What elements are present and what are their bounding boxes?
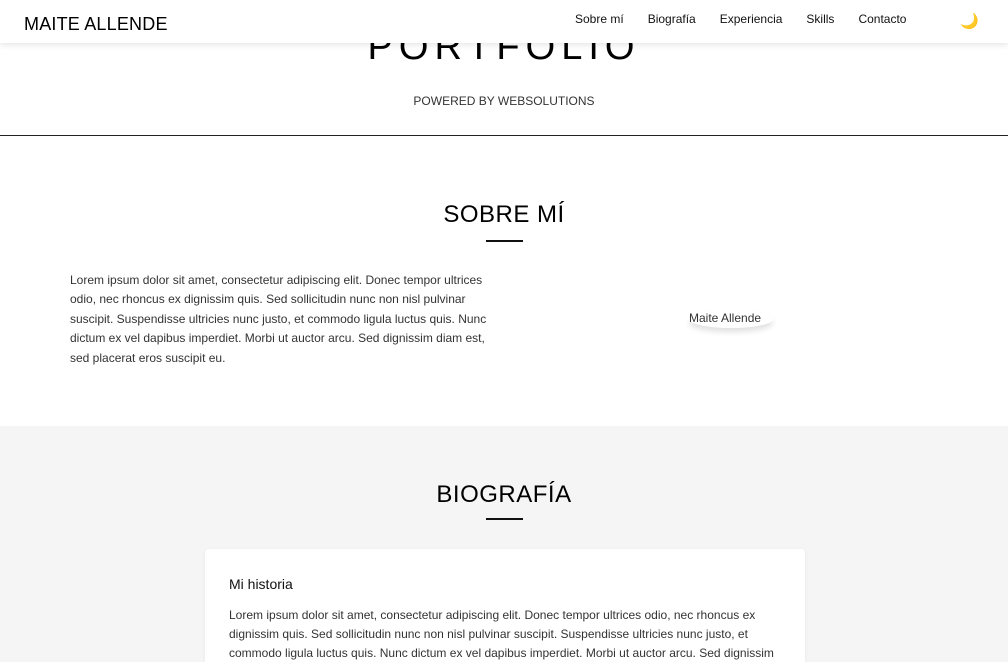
- about-section: SOBRE MÍ Lorem ipsum dolor sit amet, con…: [0, 136, 1008, 426]
- nav-link-contacto[interactable]: Contacto: [858, 12, 906, 26]
- biography-divider: [486, 518, 523, 520]
- nav-link-sobre-mi[interactable]: Sobre mí: [575, 12, 624, 26]
- brand-logo[interactable]: MAITE ALLENDE: [24, 14, 168, 35]
- moon-icon[interactable]: 🌙: [960, 14, 979, 29]
- biography-title: BIOGRAFÍA: [436, 481, 572, 508]
- nav-links: Sobre mí Biografía Experiencia Skills Co…: [575, 12, 930, 26]
- biography-card-text: Lorem ipsum dolor sit amet, consectetur …: [229, 608, 774, 661]
- biography-card-title: Mi historia: [229, 576, 293, 592]
- profile-photo-alt: Maite Allende: [689, 311, 762, 325]
- biography-card: Mi historia Lorem ipsum dolor sit amet, …: [205, 549, 805, 662]
- about-divider: [486, 240, 523, 242]
- about-title: SOBRE MÍ: [443, 201, 565, 228]
- portfolio-page: PORTFOLIO POWERED BY WEBSOLUTIONS MAITE …: [0, 0, 1008, 662]
- navbar: MAITE ALLENDE Sobre mí Biografía Experie…: [0, 0, 1008, 43]
- nav-link-biografia[interactable]: Biografía: [648, 12, 696, 26]
- nav-link-skills[interactable]: Skills: [806, 12, 834, 26]
- hero-subtitle: POWERED BY WEBSOLUTIONS: [413, 94, 595, 108]
- profile-photo: Maite Allende: [689, 310, 773, 328]
- nav-link-experiencia[interactable]: Experiencia: [720, 12, 783, 26]
- biography-section: BIOGRAFÍA Mi historia Lorem ipsum dolor …: [0, 426, 1008, 662]
- about-text: Lorem ipsum dolor sit amet, consectetur …: [70, 273, 487, 365]
